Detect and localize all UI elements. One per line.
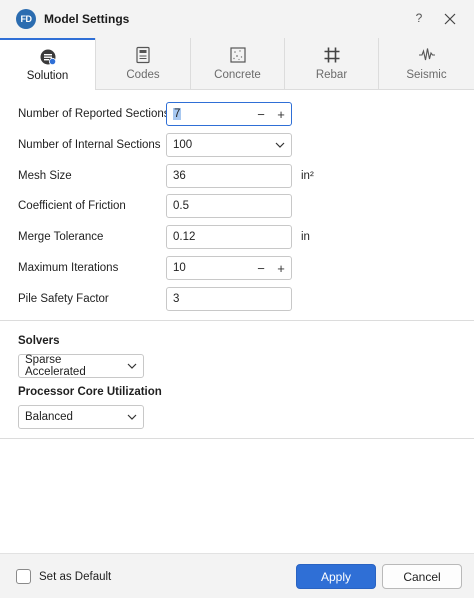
reported-sections-label: Number of Reported Sections [18, 108, 170, 120]
tab-label: Rebar [315, 69, 348, 81]
friction-input[interactable]: 0.5 [166, 194, 292, 218]
rebar-icon [324, 47, 339, 63]
tab-rebar[interactable]: Rebar [284, 38, 378, 90]
processor-select[interactable]: Balanced [18, 405, 144, 429]
solution-icon [40, 49, 56, 66]
chevron-down-icon [121, 355, 143, 377]
tab-label: Seismic [406, 69, 447, 81]
merge-tolerance-value[interactable]: 0.12 [173, 231, 291, 243]
pile-safety-input[interactable]: 3 [166, 287, 292, 311]
cancel-button[interactable]: Cancel [382, 564, 462, 589]
max-iterations-label: Maximum Iterations [18, 262, 119, 274]
concrete-icon [229, 47, 246, 63]
solvers-select[interactable]: Sparse Accelerated [18, 354, 144, 378]
max-iterations-value[interactable]: 10 [173, 262, 251, 274]
decrement-button[interactable]: − [251, 257, 271, 279]
tab-codes[interactable]: Codes [95, 38, 190, 90]
tab-label: Codes [126, 69, 160, 81]
mesh-size-input[interactable]: 36 [166, 164, 292, 188]
window-title: Model Settings [44, 12, 130, 26]
solvers-value: Sparse Accelerated [25, 354, 86, 378]
tab-bar: Solution Codes Concrete Rebar Seismic [0, 38, 474, 91]
chevron-down-icon [269, 134, 291, 156]
tab-seismic[interactable]: Seismic [378, 38, 474, 90]
app-logo: FD [16, 9, 36, 29]
tab-concrete[interactable]: Concrete [190, 38, 284, 90]
help-button[interactable]: ? [412, 11, 426, 27]
reported-sections-stepper[interactable]: 7 − + [166, 102, 292, 126]
pile-safety-value[interactable]: 3 [173, 293, 291, 305]
set-default-checkbox[interactable] [16, 569, 31, 584]
merge-tolerance-unit: in [301, 231, 310, 243]
section-divider [0, 320, 474, 321]
increment-button[interactable]: + [271, 257, 291, 279]
internal-sections-label: Number of Internal Sections [18, 139, 161, 151]
dialog-footer: Set as Default Apply Cancel [0, 553, 474, 598]
merge-tolerance-label: Merge Tolerance [18, 231, 104, 243]
solvers-title: Solvers [18, 335, 60, 347]
mesh-size-value[interactable]: 36 [173, 170, 291, 182]
seismic-icon [418, 48, 435, 61]
title-bar: FD Model Settings ? [0, 0, 474, 38]
pile-safety-label: Pile Safety Factor [18, 293, 109, 305]
codes-icon [136, 46, 150, 64]
processor-title: Processor Core Utilization [18, 386, 162, 398]
decrement-button[interactable]: − [251, 103, 271, 125]
merge-tolerance-input[interactable]: 0.12 [166, 225, 292, 249]
section-divider [0, 438, 474, 439]
close-button[interactable] [440, 9, 460, 29]
tab-label: Solution [26, 70, 69, 82]
increment-button[interactable]: + [271, 103, 291, 125]
set-default-label[interactable]: Set as Default [39, 571, 111, 583]
friction-label: Coefficient of Friction [18, 200, 126, 212]
mesh-size-label: Mesh Size [18, 170, 72, 182]
friction-value[interactable]: 0.5 [173, 200, 291, 212]
internal-sections-value: 100 [173, 139, 193, 151]
close-icon [444, 13, 456, 25]
processor-value: Balanced [25, 411, 73, 423]
apply-button[interactable]: Apply [296, 564, 376, 589]
tab-label: Concrete [214, 69, 261, 81]
chevron-down-icon [121, 406, 143, 428]
mesh-size-unit: in² [301, 170, 314, 182]
reported-sections-value[interactable]: 7 [173, 108, 182, 120]
tab-solution[interactable]: Solution [0, 38, 95, 91]
max-iterations-stepper[interactable]: 10 − + [166, 256, 292, 280]
internal-sections-select[interactable]: 100 [166, 133, 292, 157]
